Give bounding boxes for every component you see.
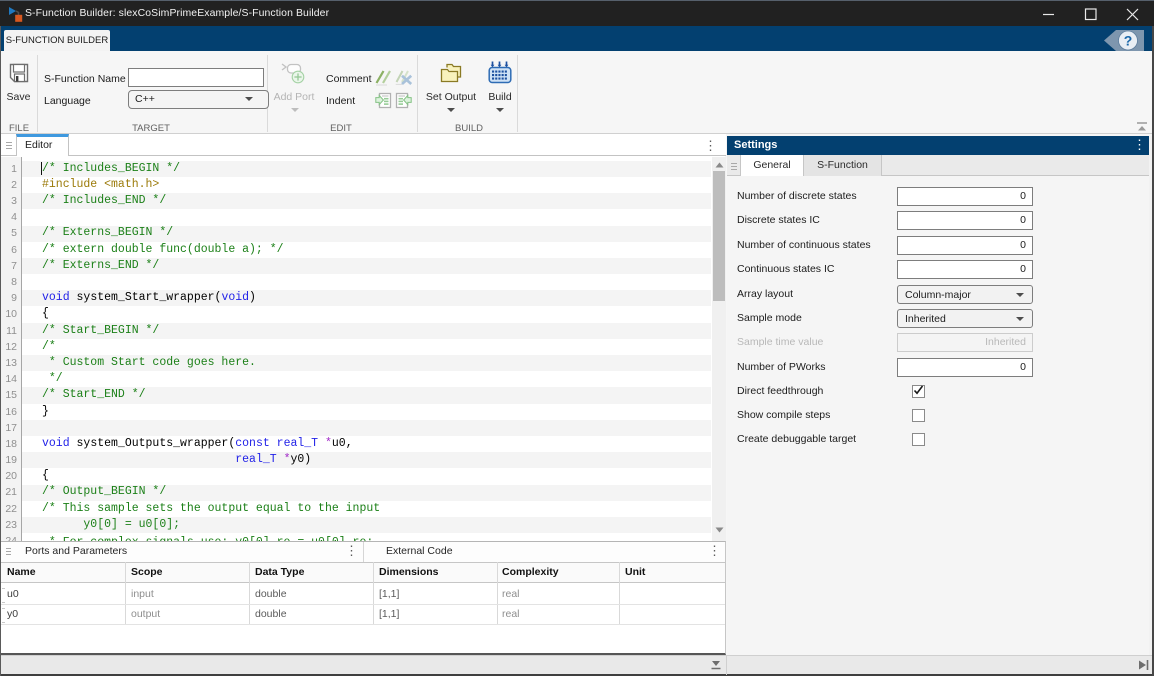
svg-text:?: ?: [1124, 32, 1133, 48]
